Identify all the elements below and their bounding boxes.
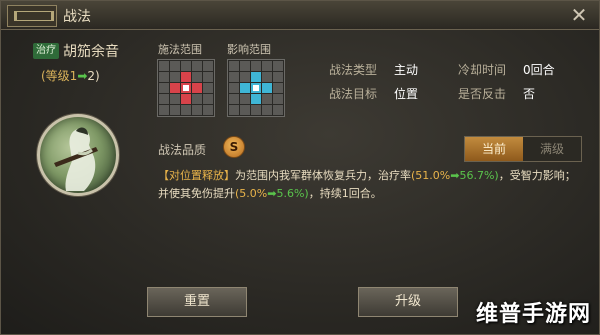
level-from: (等级1 xyxy=(41,69,78,83)
counter-value: 否 xyxy=(523,87,536,101)
tab-max-level[interactable]: 满级 xyxy=(523,137,581,161)
watermark-logo: 维普手游网 xyxy=(475,302,591,327)
cooldown-value: 0回合 xyxy=(523,63,555,77)
skill-name: 胡笳余音 xyxy=(63,44,119,60)
tab-current[interactable]: 当前 xyxy=(465,137,523,161)
effect-range-label: 影响范围 xyxy=(227,43,271,56)
quality-grade-badge: S xyxy=(223,136,245,158)
skill-detail-panel: 战法 ✕ 治疗 胡笳余音 (等级1➡2) 施法范围 影响范围 战法类型 主动 冷… xyxy=(0,0,600,335)
desc-dr-new: 5.6%) xyxy=(276,187,309,200)
skill-type-value: 主动 xyxy=(394,63,419,77)
level-tabs: 当前 满级 xyxy=(464,136,582,162)
skill-level: (等级1➡2) xyxy=(41,67,100,84)
desc-part3: ，持续1回合。 xyxy=(308,187,382,200)
desc-heal-old: (51.0% xyxy=(411,169,451,182)
level-to: 2) xyxy=(87,69,100,83)
desc-target-tag: 【对位置释放】 xyxy=(158,169,235,182)
level-arrow-icon: ➡ xyxy=(77,69,88,83)
title-bar: 战法 ✕ xyxy=(1,1,599,30)
cast-range-label: 施法范围 xyxy=(158,43,202,56)
cast-range-grid xyxy=(157,59,215,117)
counter-label: 是否反击 xyxy=(458,87,507,101)
close-icon[interactable]: ✕ xyxy=(569,5,589,25)
skill-description: 【对位置释放】为范围内我军群体恢复兵力，治疗率(51.0%➡56.7%)，受智力… xyxy=(158,167,583,203)
title-ornament-icon xyxy=(7,5,57,27)
window-title: 战法 xyxy=(63,9,91,25)
skill-type-label: 战法类型 xyxy=(329,63,378,77)
skill-target-value: 位置 xyxy=(394,87,419,101)
heal-tag: 治疗 xyxy=(33,43,59,59)
desc-heal-new: 56.7%) xyxy=(459,169,499,182)
guqin-player-portrait-icon xyxy=(54,127,98,191)
skill-target-label: 战法目标 xyxy=(329,87,378,101)
desc-part1: 为范围内我军群体恢复兵力，治疗率 xyxy=(235,169,411,182)
desc-dr-old: (5.0% xyxy=(235,187,268,200)
upgrade-button[interactable]: 升级 xyxy=(358,287,458,317)
skill-portrait xyxy=(37,114,119,196)
reset-button[interactable]: 重置 xyxy=(147,287,247,317)
quality-label: 战法品质 xyxy=(158,143,207,157)
effect-range-grid xyxy=(227,59,285,117)
cooldown-label: 冷却时间 xyxy=(458,63,507,77)
